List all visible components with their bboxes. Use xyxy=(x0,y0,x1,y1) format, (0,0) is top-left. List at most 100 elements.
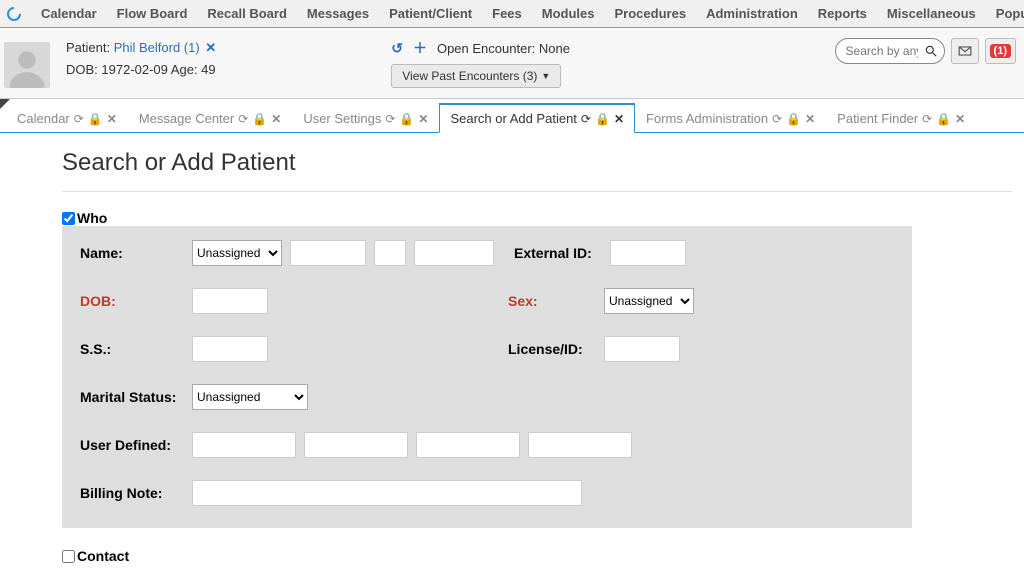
tab-label: Message Center xyxy=(139,111,234,126)
tab-label: Forms Administration xyxy=(646,111,768,126)
menu-popups[interactable]: Popups xyxy=(987,2,1024,25)
tab-label: Calendar xyxy=(17,111,70,126)
menu-patient-client[interactable]: Patient/Client xyxy=(380,2,481,25)
external-id-input[interactable] xyxy=(610,240,686,266)
section-who-title: Who xyxy=(77,210,107,226)
menu-flow-board[interactable]: Flow Board xyxy=(108,2,197,25)
encounter-block: ↺ ＋ Open Encounter: None View Past Encou… xyxy=(391,38,570,88)
patient-avatar-icon xyxy=(4,42,50,88)
user-defined-2-input[interactable] xyxy=(304,432,408,458)
add-encounter-icon[interactable]: ＋ xyxy=(413,38,427,58)
ss-input[interactable] xyxy=(192,336,268,362)
section-who-checkbox[interactable] xyxy=(62,212,75,225)
menu-procedures[interactable]: Procedures xyxy=(606,2,696,25)
marital-status-select[interactable]: Unassigned xyxy=(192,384,308,410)
refresh-icon[interactable]: ⟳ xyxy=(772,112,782,126)
name-title-select[interactable]: Unassigned xyxy=(192,240,282,266)
lock-icon[interactable]: 🔒 xyxy=(252,112,267,126)
menu-calendar[interactable]: Calendar xyxy=(32,2,106,25)
main-menubar: Calendar Flow Board Recall Board Message… xyxy=(0,0,1024,28)
dob-input[interactable] xyxy=(192,288,268,314)
lock-icon[interactable]: 🔒 xyxy=(786,112,801,126)
menu-miscellaneous[interactable]: Miscellaneous xyxy=(878,2,985,25)
ss-label: S.S.: xyxy=(80,341,192,357)
menu-fees[interactable]: Fees xyxy=(483,2,531,25)
patient-info-block: Patient: Phil Belford (1) ✕ DOB: 1972-02… xyxy=(66,40,216,77)
license-input[interactable] xyxy=(604,336,680,362)
patient-label: Patient: xyxy=(66,40,110,55)
messages-icon-button[interactable] xyxy=(951,38,979,64)
menu-recall-board[interactable]: Recall Board xyxy=(198,2,295,25)
user-defined-4-input[interactable] xyxy=(528,432,632,458)
tab-search-add-patient[interactable]: Search or Add Patient ⟳ 🔒 ✕ xyxy=(439,103,635,133)
sex-label: Sex: xyxy=(508,293,604,309)
lock-icon[interactable]: 🔒 xyxy=(399,112,414,126)
header-right-tools: (1) xyxy=(835,38,1016,64)
menu-messages[interactable]: Messages xyxy=(298,2,378,25)
history-icon[interactable]: ↺ xyxy=(391,40,403,57)
name-first-input[interactable] xyxy=(290,240,366,266)
patient-header: Patient: Phil Belford (1) ✕ DOB: 1972-02… xyxy=(0,28,1024,99)
menu-administration[interactable]: Administration xyxy=(697,2,807,25)
dob-label: DOB: xyxy=(80,293,192,309)
app-logo-icon xyxy=(6,6,22,22)
view-past-encounters-button[interactable]: View Past Encounters (3) ▼ xyxy=(391,64,561,88)
close-icon[interactable]: ✕ xyxy=(107,112,117,126)
lock-icon[interactable]: 🔒 xyxy=(88,112,103,126)
tab-user-settings[interactable]: User Settings ⟳ 🔒 ✕ xyxy=(292,104,439,132)
patient-dob-line: DOB: 1972-02-09 Age: 49 xyxy=(66,62,216,77)
view-past-encounters-label: View Past Encounters (3) xyxy=(402,69,537,83)
search-icon[interactable] xyxy=(921,41,941,61)
refresh-icon[interactable]: ⟳ xyxy=(238,112,248,126)
name-last-input[interactable] xyxy=(414,240,494,266)
name-middle-input[interactable] xyxy=(374,240,406,266)
refresh-icon[interactable]: ⟳ xyxy=(922,112,932,126)
tab-patient-finder[interactable]: Patient Finder ⟳ 🔒 ✕ xyxy=(826,104,976,132)
close-icon[interactable]: ✕ xyxy=(418,112,428,126)
tab-label: Search or Add Patient xyxy=(450,111,576,126)
close-icon[interactable]: ✕ xyxy=(614,112,624,126)
tab-strip: Calendar ⟳ 🔒 ✕ Message Center ⟳ 🔒 ✕ User… xyxy=(0,99,1024,133)
page-body: Search or Add Patient Who Name: Unassign… xyxy=(0,133,1024,584)
patient-name-link[interactable]: Phil Belford (1) xyxy=(114,40,200,55)
close-icon[interactable]: ✕ xyxy=(271,112,281,126)
divider xyxy=(62,191,1012,192)
notifications-badge: (1) xyxy=(990,44,1011,58)
marital-status-label: Marital Status: xyxy=(80,389,192,405)
clear-patient-icon[interactable]: ✕ xyxy=(205,40,216,55)
tab-overflow-indicator-icon xyxy=(0,99,10,109)
refresh-icon[interactable]: ⟳ xyxy=(74,112,84,126)
lock-icon[interactable]: 🔒 xyxy=(936,112,951,126)
user-defined-label: User Defined: xyxy=(80,437,192,453)
refresh-icon[interactable]: ⟳ xyxy=(581,112,591,126)
lock-icon[interactable]: 🔒 xyxy=(595,112,610,126)
menu-reports[interactable]: Reports xyxy=(809,2,876,25)
close-icon[interactable]: ✕ xyxy=(805,112,815,126)
billing-note-label: Billing Note: xyxy=(80,485,192,501)
caret-down-icon: ▼ xyxy=(541,71,550,81)
section-contact-title: Contact xyxy=(77,548,129,564)
name-label: Name: xyxy=(80,245,192,261)
user-defined-3-input[interactable] xyxy=(416,432,520,458)
refresh-icon[interactable]: ⟳ xyxy=(385,112,395,126)
section-contact-checkbox[interactable] xyxy=(62,550,75,563)
external-id-label: External ID: xyxy=(514,245,610,261)
menu-modules[interactable]: Modules xyxy=(533,2,604,25)
close-icon[interactable]: ✕ xyxy=(955,112,965,126)
tab-message-center[interactable]: Message Center ⟳ 🔒 ✕ xyxy=(128,104,292,132)
who-panel: Name: Unassigned External ID: DOB: Sex: … xyxy=(62,226,912,528)
license-label: License/ID: xyxy=(508,341,604,357)
tab-label: Patient Finder xyxy=(837,111,918,126)
billing-note-input[interactable] xyxy=(192,480,582,506)
global-search-wrap xyxy=(835,38,945,64)
section-who-header[interactable]: Who xyxy=(62,210,1012,226)
sex-select[interactable]: Unassigned xyxy=(604,288,694,314)
user-defined-1-input[interactable] xyxy=(192,432,296,458)
page-title: Search or Add Patient xyxy=(62,149,1012,177)
notifications-button[interactable]: (1) xyxy=(985,38,1016,64)
tab-calendar[interactable]: Calendar ⟳ 🔒 ✕ xyxy=(6,104,128,132)
section-contact-header[interactable]: Contact xyxy=(62,548,1012,564)
tab-forms-administration[interactable]: Forms Administration ⟳ 🔒 ✕ xyxy=(635,104,826,132)
tab-label: User Settings xyxy=(303,111,381,126)
open-encounter-label: Open Encounter: None xyxy=(437,41,570,56)
